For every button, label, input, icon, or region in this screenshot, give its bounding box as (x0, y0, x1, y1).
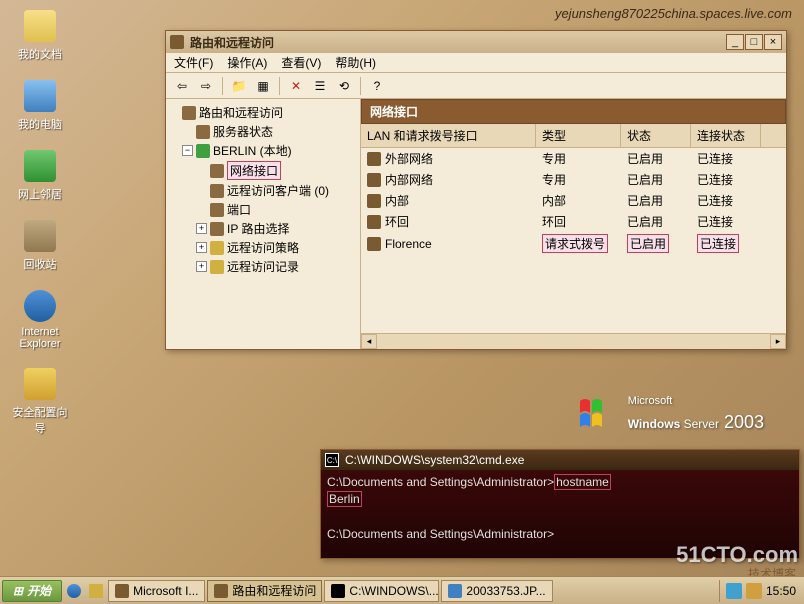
menu-file[interactable]: 文件(F) (174, 54, 213, 71)
interface-icon (367, 152, 381, 166)
list-header: LAN 和请求拨号接口 类型 状态 连接状态 (361, 124, 786, 148)
cmd-title-text: C:\WINDOWS\system32\cmd.exe (345, 453, 524, 467)
tree-ip-routing[interactable]: +IP 路由选择 (168, 219, 358, 238)
desktop-icon (89, 584, 103, 598)
list-pane: 网络接口 LAN 和请求拨号接口 类型 状态 连接状态 外部网络专用已启用已连接… (361, 99, 786, 349)
menu-view[interactable]: 查看(V) (281, 54, 321, 71)
tree-pane[interactable]: 路由和远程访问 服务器状态 −BERLIN (本地) 网络接口 远程访问客户端 … (166, 99, 361, 349)
toolbar: ⇦ ⇨ 📁 ▦ ✕ ☰ ⟲ ? (166, 73, 786, 99)
start-button[interactable]: ⊞开始 (2, 580, 62, 602)
task-cmd[interactable]: C:\WINDOWS\... (324, 580, 439, 602)
titlebar[interactable]: 路由和远程访问 _ □ × (166, 31, 786, 53)
scroll-right-button[interactable]: ▸ (770, 334, 786, 349)
my-documents-icon[interactable]: 我的文档 (10, 10, 70, 62)
window-title: 路由和远程访问 (190, 34, 720, 51)
tree-ras-policy[interactable]: +远程访问策略 (168, 238, 358, 257)
security-config-wizard-icon[interactable]: 安全配置向导 (10, 368, 70, 436)
horizontal-scrollbar[interactable]: ◂▸ (361, 333, 786, 349)
computer-icon (24, 80, 56, 112)
ie-icon (67, 584, 81, 598)
folder-icon (24, 10, 56, 42)
list-row[interactable]: 环回环回已启用已连接 (361, 211, 786, 232)
quicklaunch-ie[interactable] (64, 581, 84, 601)
tree-ras-clients[interactable]: 远程访问客户端 (0) (168, 181, 358, 200)
list-caption: 网络接口 (361, 99, 786, 124)
help-button[interactable]: ? (367, 76, 387, 96)
interface-icon (367, 215, 381, 229)
list-row[interactable]: 外部网络专用已启用已连接 (361, 148, 786, 169)
col-type[interactable]: 类型 (536, 124, 621, 147)
shield-icon (24, 368, 56, 400)
maximize-button[interactable]: □ (745, 34, 763, 50)
quicklaunch-desktop[interactable] (86, 581, 106, 601)
up-button[interactable]: 📁 (229, 76, 249, 96)
menu-action[interactable]: 操作(A) (227, 54, 267, 71)
cmd-hostname-output: Berlin (327, 491, 362, 507)
interface-icon (367, 237, 381, 251)
properties-button[interactable]: ☰ (310, 76, 330, 96)
tree-ras-log[interactable]: +远程访问记录 (168, 257, 358, 276)
col-interface[interactable]: LAN 和请求拨号接口 (361, 124, 536, 147)
app-icon (115, 584, 129, 598)
cmd-titlebar[interactable]: C:\ C:\WINDOWS\system32\cmd.exe (321, 450, 799, 470)
start-flag-icon: ⊞ (13, 584, 23, 598)
cmd-icon: C:\ (325, 453, 339, 467)
recycle-bin-icon[interactable]: 回收站 (10, 220, 70, 272)
my-computer-icon[interactable]: 我的电脑 (10, 80, 70, 132)
windows-branding: Microsoft Windows Server 2003 (578, 395, 764, 435)
tree-server[interactable]: −BERLIN (本地) (168, 141, 358, 160)
windows-logo-icon (578, 395, 618, 435)
taskbar: ⊞开始 Microsoft I... 路由和远程访问 C:\WINDOWS\..… (0, 576, 804, 604)
list-row-florence[interactable]: Florence请求式拨号已启用已连接 (361, 232, 786, 255)
watermark-url: yejunsheng870225china.spaces.live.com (555, 6, 792, 21)
app-icon (170, 35, 184, 49)
col-status[interactable]: 状态 (621, 124, 691, 147)
back-button[interactable]: ⇦ (172, 76, 192, 96)
show-hide-button[interactable]: ▦ (253, 76, 273, 96)
tray-icon[interactable] (726, 583, 742, 599)
interface-icon (367, 173, 381, 187)
scroll-left-button[interactable]: ◂ (361, 334, 377, 349)
list-row[interactable]: 内部内部已启用已连接 (361, 190, 786, 211)
desktop-icons: 我的文档 我的电脑 网上邻居 回收站 Internet Explorer 安全配… (10, 10, 70, 436)
app-icon (214, 584, 228, 598)
tree-network-interfaces[interactable]: 网络接口 (168, 160, 358, 181)
task-image[interactable]: 20033753.JP... (441, 580, 552, 602)
tree-root[interactable]: 路由和远程访问 (168, 103, 358, 122)
list-row[interactable]: 内部网络专用已启用已连接 (361, 169, 786, 190)
delete-button[interactable]: ✕ (286, 76, 306, 96)
cmd-icon (331, 584, 345, 598)
close-button[interactable]: × (764, 34, 782, 50)
refresh-button[interactable]: ⟲ (334, 76, 354, 96)
forward-button[interactable]: ⇨ (196, 76, 216, 96)
clock[interactable]: 15:50 (766, 584, 796, 598)
col-conn[interactable]: 连接状态 (691, 124, 761, 147)
cmd-hostname-command: hostname (554, 474, 611, 490)
interface-icon (367, 194, 381, 208)
image-icon (448, 584, 462, 598)
internet-explorer-icon[interactable]: Internet Explorer (10, 290, 70, 350)
network-icon (24, 150, 56, 182)
minimize-button[interactable]: _ (726, 34, 744, 50)
task-rras[interactable]: 路由和远程访问 (207, 580, 322, 602)
menubar: 文件(F) 操作(A) 查看(V) 帮助(H) (166, 53, 786, 73)
tree-server-status[interactable]: 服务器状态 (168, 122, 358, 141)
network-places-icon[interactable]: 网上邻居 (10, 150, 70, 202)
menu-help[interactable]: 帮助(H) (335, 54, 376, 71)
task-ms-internet[interactable]: Microsoft I... (108, 580, 205, 602)
ie-icon (24, 290, 56, 322)
tray-icon[interactable] (746, 583, 762, 599)
list-body[interactable]: 外部网络专用已启用已连接 内部网络专用已启用已连接 内部内部已启用已连接 环回环… (361, 148, 786, 333)
trash-icon (24, 220, 56, 252)
system-tray: 15:50 (719, 580, 802, 602)
tree-ports[interactable]: 端口 (168, 200, 358, 219)
rras-window: 路由和远程访问 _ □ × 文件(F) 操作(A) 查看(V) 帮助(H) ⇦ … (165, 30, 787, 350)
